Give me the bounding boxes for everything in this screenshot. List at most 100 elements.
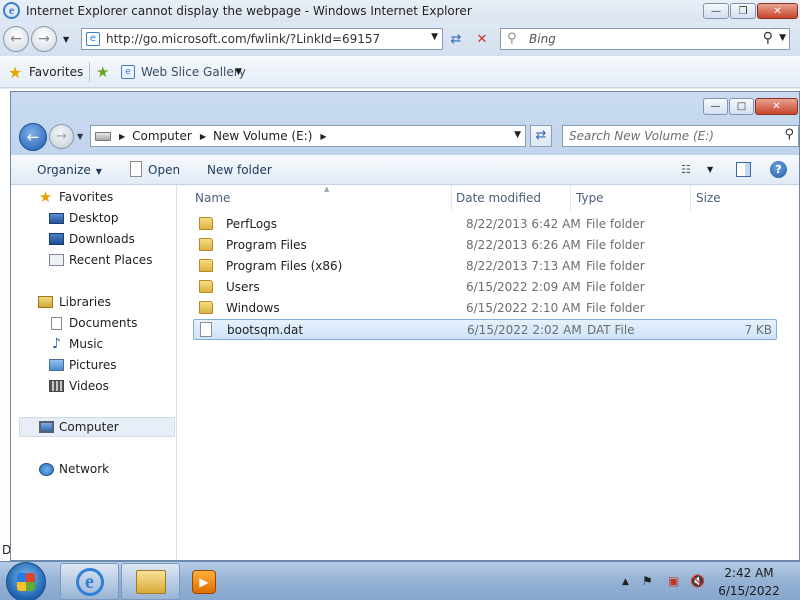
computer-icon xyxy=(39,421,54,433)
nav-downloads[interactable]: Downloads xyxy=(11,229,176,249)
action-center-flag-icon[interactable]: ⚑ xyxy=(642,574,653,588)
help-icon[interactable]: ? xyxy=(770,161,787,178)
nav-desktop[interactable]: Desktop xyxy=(11,208,176,228)
chevron-right-icon[interactable]: ▶ xyxy=(119,132,125,141)
chevron-down-icon[interactable]: ▼ xyxy=(514,130,521,140)
file-name: Program Files (x86) xyxy=(226,259,343,273)
breadcrumb-volume[interactable]: New Volume (E:) xyxy=(213,129,312,143)
preview-pane-icon[interactable] xyxy=(736,162,751,177)
explorer-window: — □ ✕ ← → ▼ ▶ Computer ▶ New Volume (E:)… xyxy=(10,91,800,561)
explorer-maximize-button[interactable]: □ xyxy=(729,98,754,115)
clock-date[interactable]: 6/15/2022 xyxy=(706,584,792,598)
chevron-down-icon[interactable]: ▼ xyxy=(431,32,438,42)
taskbar-windows-explorer[interactable] xyxy=(121,563,180,600)
volume-muted-icon[interactable]: 🔇 xyxy=(690,574,705,588)
compatibility-view-icon[interactable]: ⇄ xyxy=(447,31,465,49)
file-row-windows[interactable]: Windows 6/15/2022 2:10 AM File folder xyxy=(194,298,776,319)
file-date: 8/22/2013 6:42 AM xyxy=(466,217,581,231)
open-button[interactable]: Open xyxy=(148,163,180,177)
file-date: 6/15/2022 2:02 AM xyxy=(467,323,582,337)
chevron-down-icon[interactable]: ▼ xyxy=(235,67,242,77)
chevron-down-icon[interactable]: ▼ xyxy=(707,165,713,174)
ie-title-bar: e Internet Explorer cannot display the w… xyxy=(0,0,800,22)
column-divider[interactable] xyxy=(690,185,691,211)
taskbar-media-player[interactable]: ▶ xyxy=(182,563,226,600)
chevron-right-icon[interactable]: ▶ xyxy=(200,132,206,141)
file-type: File folder xyxy=(586,301,645,315)
nav-videos[interactable]: Videos xyxy=(11,376,176,396)
file-row-program-files[interactable]: Program Files 8/22/2013 6:26 AM File fol… xyxy=(194,235,776,256)
nav-documents[interactable]: Documents xyxy=(11,313,176,333)
nav-recent-places[interactable]: Recent Places xyxy=(11,250,176,270)
drive-icon xyxy=(95,131,111,141)
explorer-address-bar[interactable]: ▶ Computer ▶ New Volume (E:) ▶ ▼ xyxy=(90,125,526,147)
nav-computer[interactable]: Computer xyxy=(19,417,175,437)
sort-ascending-icon: ▲ xyxy=(324,185,330,193)
favorites-button[interactable]: Favorites xyxy=(29,65,83,79)
ie-close-button[interactable]: ✕ xyxy=(757,3,798,19)
column-divider[interactable] xyxy=(570,185,571,211)
show-hidden-icons-icon[interactable]: ▲ xyxy=(622,577,629,587)
navigation-pane: ★ Favorites Desktop Downloads Recent Pla… xyxy=(11,185,177,560)
file-row-program-files-x86[interactable]: Program Files (x86) 8/22/2013 7:13 AM Fi… xyxy=(194,256,776,277)
nav-pictures[interactable]: Pictures xyxy=(11,355,176,375)
ie-forward-button[interactable]: → xyxy=(31,26,57,52)
column-header-size[interactable]: Size xyxy=(696,185,721,211)
explorer-forward-button[interactable]: → xyxy=(49,124,74,149)
explorer-back-button[interactable]: ← xyxy=(19,123,47,151)
page-icon: e xyxy=(86,32,100,46)
ie-search-box[interactable]: ⚲ Bing ⚲ ▼ xyxy=(500,28,790,50)
ie-restore-button[interactable]: ❐ xyxy=(730,3,756,19)
ie-history-dropdown-icon[interactable]: ▼ xyxy=(63,35,69,44)
music-icon: ♪ xyxy=(52,336,61,352)
explorer-search-box[interactable]: Search New Volume (E:) ⚲ xyxy=(562,125,799,147)
nav-label: Desktop xyxy=(69,211,119,225)
column-header-date-modified[interactable]: Date modified xyxy=(456,185,541,211)
explorer-search-placeholder: Search New Volume (E:) xyxy=(569,129,714,143)
change-view-icon[interactable]: ☷ xyxy=(681,163,697,176)
nav-libraries[interactable]: Libraries xyxy=(11,292,176,312)
ie-minimize-button[interactable]: — xyxy=(703,3,729,19)
ie-back-button[interactable]: ← xyxy=(3,26,29,52)
file-row-users[interactable]: Users 6/15/2022 2:09 AM File folder xyxy=(194,277,776,298)
chevron-down-icon[interactable]: ▼ xyxy=(779,33,786,43)
nav-network[interactable]: Network xyxy=(11,459,176,479)
clock-time[interactable]: 2:42 AM xyxy=(706,566,792,580)
file-row-bootsqm-dat[interactable]: bootsqm.dat 6/15/2022 2:02 AM DAT File 7… xyxy=(193,319,777,340)
nav-favorites[interactable]: ★ Favorites xyxy=(11,187,176,207)
column-header-name[interactable]: Name xyxy=(195,185,230,211)
file-row-perflogs[interactable]: PerfLogs 8/22/2013 6:42 AM File folder xyxy=(194,214,776,235)
refresh-button[interactable]: ⇄ xyxy=(530,125,552,147)
nav-label: Network xyxy=(59,462,110,476)
organize-button[interactable]: Organize ▼ xyxy=(37,163,102,177)
search-icon[interactable]: ⚲ xyxy=(784,127,794,142)
new-folder-button[interactable]: New folder xyxy=(207,163,272,177)
file-type: File folder xyxy=(586,259,645,273)
search-icon[interactable]: ⚲ xyxy=(763,30,773,46)
file-type: File folder xyxy=(586,217,645,231)
breadcrumb-computer[interactable]: Computer xyxy=(132,129,192,143)
file-date: 8/22/2013 6:26 AM xyxy=(466,238,581,252)
windows-logo-icon xyxy=(17,573,35,591)
column-divider[interactable] xyxy=(451,185,452,211)
videos-icon xyxy=(49,380,64,392)
stop-icon[interactable]: ✕ xyxy=(473,31,491,49)
internet-explorer-icon: e xyxy=(3,2,20,19)
web-slice-gallery-link[interactable]: Web Slice Gallery xyxy=(141,65,246,79)
file-name: PerfLogs xyxy=(226,217,278,231)
start-button[interactable] xyxy=(6,562,46,600)
add-to-favorites-icon[interactable]: ★ xyxy=(96,63,109,81)
chevron-right-icon[interactable]: ▶ xyxy=(320,132,326,141)
internet-explorer-icon: e xyxy=(75,567,104,596)
recent-pages-dropdown-icon[interactable]: ▼ xyxy=(77,132,83,141)
explorer-minimize-button[interactable]: — xyxy=(703,98,728,115)
ie-address-url: http://go.microsoft.com/fwlink/?LinkId=6… xyxy=(106,32,381,46)
column-header-type[interactable]: Type xyxy=(576,185,604,211)
file-list: ▲ Name Date modified Type Size PerfLogs … xyxy=(178,185,799,560)
explorer-close-button[interactable]: ✕ xyxy=(755,98,798,115)
nav-label: Music xyxy=(69,337,104,351)
taskbar-internet-explorer[interactable]: e xyxy=(60,563,119,600)
nav-music[interactable]: ♪ Music xyxy=(11,334,176,354)
network-status-icon[interactable]: ▣ xyxy=(668,574,679,588)
ie-address-bar[interactable]: e http://go.microsoft.com/fwlink/?LinkId… xyxy=(81,28,443,50)
